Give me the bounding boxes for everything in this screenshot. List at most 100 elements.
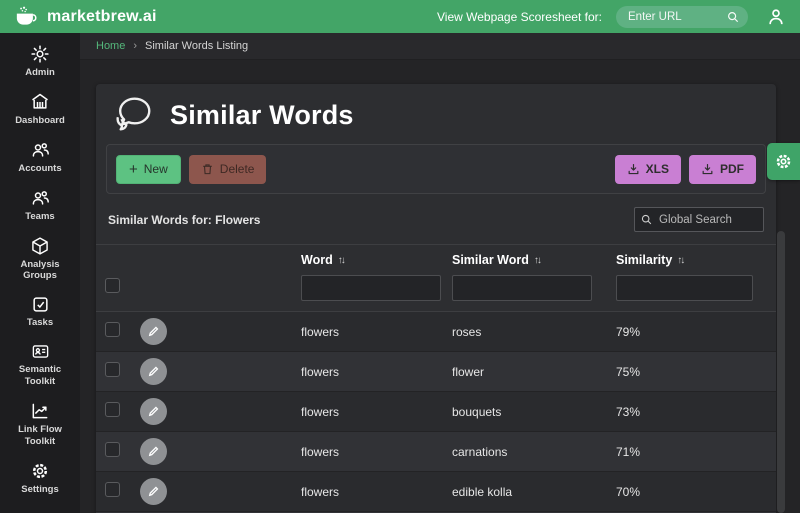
sidebar-item-label: Dashboard — [15, 115, 65, 127]
sidebar-item-semantic-toolkit[interactable]: Semantic Toolkit — [1, 342, 79, 388]
row-checkbox[interactable] — [105, 322, 120, 337]
pencil-icon — [147, 485, 160, 498]
user-profile-icon[interactable] — [766, 7, 786, 27]
pencil-icon — [147, 365, 160, 378]
export-xls-button[interactable]: XLS — [615, 155, 681, 184]
download-icon — [701, 163, 714, 176]
sidebar-item-tasks[interactable]: Tasks — [1, 295, 79, 329]
subheader-row: Similar Words for: Flowers — [96, 194, 776, 242]
id-card-icon — [30, 342, 51, 361]
people-icon — [30, 140, 51, 160]
similar-word-cell: carnations — [452, 445, 616, 459]
similar-word-filter-input[interactable] — [452, 275, 592, 301]
brand-logo[interactable]: marketbrew.ai — [14, 6, 157, 28]
page-title: Similar Words — [170, 100, 354, 131]
row-checkbox[interactable] — [105, 482, 120, 497]
similarity-cell: 79% — [616, 325, 776, 339]
similarity-cell: 70% — [616, 485, 776, 499]
gear-icon — [774, 152, 793, 171]
pencil-icon — [147, 405, 160, 418]
plus-icon: + — [129, 162, 138, 177]
word-filter-input[interactable] — [301, 275, 441, 301]
column-header-similar-word[interactable]: Similar Word↑↓ — [452, 253, 616, 267]
xls-button-label: XLS — [646, 162, 669, 176]
sidebar-item-accounts[interactable]: Accounts — [1, 140, 79, 175]
similar-word-cell: flower — [452, 365, 616, 379]
table-header: Word↑↓ Similar Word↑↓ Similarity↑↓ — [96, 244, 776, 312]
edit-button[interactable] — [140, 358, 167, 385]
global-search — [634, 207, 764, 232]
similarity-cell: 73% — [616, 405, 776, 419]
sort-icon: ↑↓ — [534, 255, 540, 266]
similarity-cell: 75% — [616, 365, 776, 379]
sidebar-item-label: Admin — [25, 67, 55, 79]
word-cell: flowers — [301, 405, 452, 419]
sidebar-nav: Admin Dashboard Accounts — [0, 33, 80, 513]
delete-button-label: Delete — [220, 162, 255, 176]
row-checkbox[interactable] — [105, 442, 120, 457]
word-cell: flowers — [301, 445, 452, 459]
pencil-icon — [147, 325, 160, 338]
sidebar-item-label: Link Flow Toolkit — [18, 424, 62, 448]
sidebar-item-label: Tasks — [27, 317, 53, 329]
global-search-input[interactable] — [634, 207, 764, 232]
column-header-similarity[interactable]: Similarity↑↓ — [616, 253, 776, 267]
chat-bubbles-icon — [110, 95, 154, 135]
brand-name: marketbrew.ai — [47, 8, 157, 26]
new-button-label: New — [144, 162, 168, 176]
edit-button[interactable] — [140, 438, 167, 465]
home-icon — [30, 92, 50, 112]
card-header: Similar Words — [96, 84, 776, 144]
sidebar-item-link-flow-toolkit[interactable]: Link Flow Toolkit — [1, 401, 79, 448]
cube-icon — [30, 236, 50, 256]
breadcrumb-home-link[interactable]: Home — [96, 40, 125, 52]
sidebar-item-teams[interactable]: Teams — [1, 188, 79, 223]
top-header: marketbrew.ai View Webpage Scoresheet fo… — [0, 0, 800, 33]
gear-icon — [30, 461, 50, 481]
table-row[interactable]: flowers edible kolla 70% — [96, 472, 776, 512]
export-pdf-button[interactable]: PDF — [689, 155, 756, 184]
table-scrollbar[interactable] — [777, 231, 785, 513]
column-header-word[interactable]: Word↑↓ — [301, 253, 452, 267]
subtitle: Similar Words for: Flowers — [108, 213, 260, 227]
table-row[interactable]: flowers bouquets 73% — [96, 392, 776, 432]
pdf-button-label: PDF — [720, 162, 744, 176]
edit-button[interactable] — [140, 318, 167, 345]
search-icon[interactable] — [726, 10, 740, 24]
sidebar-item-label: Semantic Toolkit — [19, 364, 61, 388]
similar-word-cell: roses — [452, 325, 616, 339]
sidebar-item-dashboard[interactable]: Dashboard — [1, 92, 79, 127]
similarity-cell: 71% — [616, 445, 776, 459]
delete-button[interactable]: Delete — [189, 155, 267, 184]
row-checkbox[interactable] — [105, 362, 120, 377]
sidebar-item-admin[interactable]: Admin — [1, 44, 79, 79]
word-cell: flowers — [301, 365, 452, 379]
settings-fab-button[interactable] — [767, 143, 800, 180]
sidebar-item-label: Settings — [21, 484, 58, 496]
edit-button[interactable] — [140, 398, 167, 425]
similarity-filter-input[interactable] — [616, 275, 753, 301]
coffee-cup-icon — [14, 6, 40, 28]
word-cell: flowers — [301, 325, 452, 339]
select-all-checkbox[interactable] — [105, 278, 120, 293]
word-cell: flowers — [301, 485, 452, 499]
edit-button[interactable] — [140, 478, 167, 505]
task-check-icon — [31, 295, 50, 314]
breadcrumb: Home › Similar Words Listing — [80, 33, 800, 60]
sidebar-item-settings[interactable]: Settings — [1, 461, 79, 496]
toolbar: + New Delete XLS — [106, 144, 766, 194]
search-icon — [640, 213, 653, 226]
scoresheet-label: View Webpage Scoresheet for: — [437, 10, 602, 24]
trash-icon — [201, 162, 214, 176]
sort-icon: ↑↓ — [677, 255, 683, 266]
table-row[interactable]: flowers carnations 71% — [96, 432, 776, 472]
similar-words-table: Word↑↓ Similar Word↑↓ Similarity↑↓ — [96, 244, 776, 513]
table-row[interactable]: flowers roses 79% — [96, 312, 776, 352]
similar-words-card: Similar Words + New Delete — [96, 84, 776, 513]
table-row[interactable]: flowers flower 75% — [96, 352, 776, 392]
sidebar-item-analysis-groups[interactable]: Analysis Groups — [1, 236, 79, 283]
breadcrumb-current: Similar Words Listing — [145, 40, 248, 52]
new-button[interactable]: + New — [116, 155, 181, 184]
row-checkbox[interactable] — [105, 402, 120, 417]
download-icon — [627, 163, 640, 176]
